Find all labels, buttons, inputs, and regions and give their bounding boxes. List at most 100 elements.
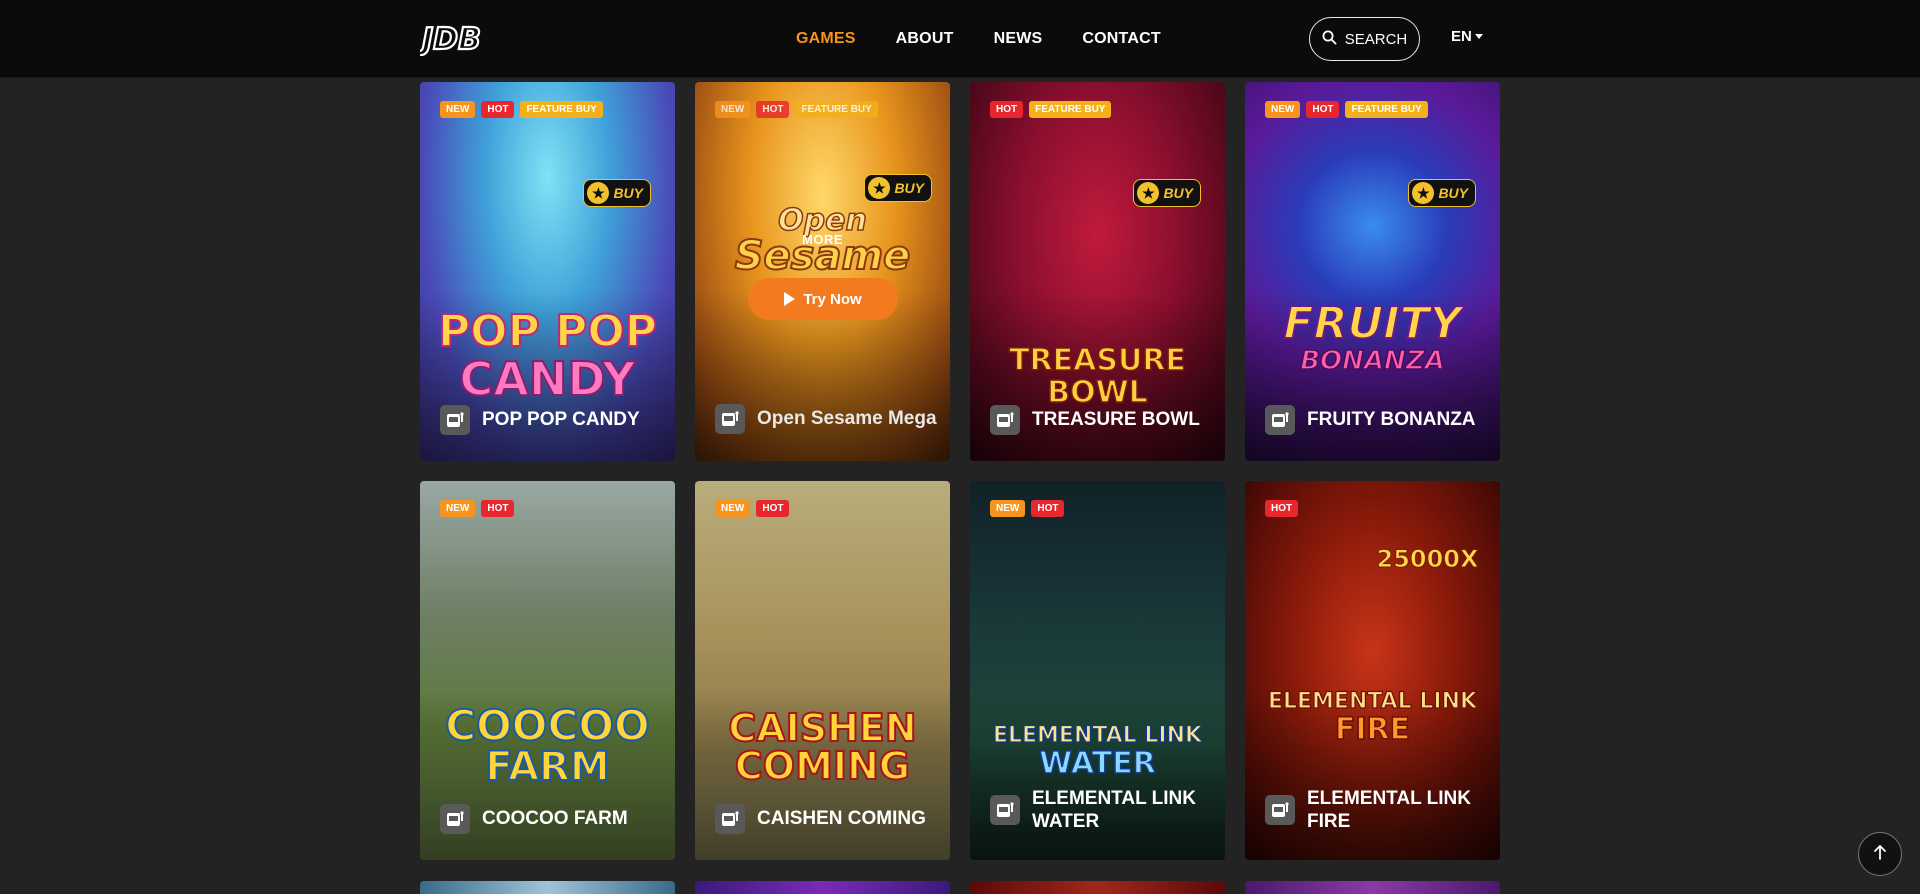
new-badge: NEW	[715, 101, 751, 118]
hot-badge: HOT	[756, 101, 790, 118]
hot-badge: HOT	[1306, 101, 1340, 118]
game-title-bar: CAISHEN COMING	[715, 804, 938, 834]
game-card[interactable]: NEW HOT COOCOO FARM COOCOO FARM	[420, 481, 675, 860]
feature-buy-badge: FEATURE BUY	[1029, 101, 1112, 118]
search-label: SEARCH	[1344, 30, 1408, 48]
game-name: COOCOO FARM	[482, 808, 628, 830]
game-title-bar: Open Sesame Mega	[715, 404, 938, 434]
search-icon	[1322, 30, 1337, 49]
game-art-line: TREASURE	[1008, 343, 1186, 378]
badge-group: NEW HOT FEATURE BUY	[440, 101, 603, 118]
game-art-logo: ELEMENTAL LINK WATER	[970, 609, 1225, 779]
hot-badge: HOT	[990, 101, 1024, 118]
game-card-partial[interactable]	[1245, 881, 1500, 894]
game-title-bar: FRUITY BONANZA	[1265, 405, 1488, 435]
feature-buy-badge: FEATURE BUY	[795, 101, 878, 118]
game-art-line: CANDY	[458, 352, 636, 406]
game-art-logo: POP POP CANDY	[420, 210, 675, 406]
game-title-bar: POP POP CANDY	[440, 405, 663, 435]
new-badge: NEW	[440, 101, 476, 118]
game-art-line: ELEMENTAL LINK	[1267, 689, 1478, 714]
new-badge: NEW	[440, 500, 476, 517]
game-name: ELEMENTAL LINK FIRE	[1307, 787, 1471, 833]
game-grid: NEW HOT FEATURE BUY ★ BUY POP POP CANDY …	[420, 82, 1501, 860]
star-icon: ★	[868, 177, 891, 199]
game-title-bar: COOCOO FARM	[440, 804, 663, 834]
slot-machine-icon	[715, 804, 745, 834]
game-art-line: WATER	[1038, 746, 1156, 781]
game-art-line: POP POP	[437, 306, 658, 357]
game-art-line: COMING	[734, 744, 911, 788]
game-title-bar: ELEMENTAL LINK FIRE	[1265, 787, 1488, 835]
star-icon: ★	[1412, 182, 1435, 204]
buy-label: BUY	[1163, 185, 1193, 201]
nav-games[interactable]: GAMES	[796, 30, 856, 48]
main-nav: GAMES ABOUT NEWS CONTACT	[796, 0, 1161, 78]
game-card[interactable]: NEW HOT FEATURE BUY ★ BUY FRUITY BONANZA…	[1245, 82, 1500, 461]
game-name: ELEMENTAL LINK WATER	[1032, 787, 1196, 833]
buy-label: BUY	[894, 180, 924, 196]
buy-label: BUY	[613, 185, 643, 201]
game-art-line: ELEMENTAL LINK	[992, 723, 1203, 748]
nav-about[interactable]: ABOUT	[896, 30, 954, 48]
slot-machine-icon	[440, 405, 470, 435]
buy-feature-tag: ★ BUY	[1133, 179, 1201, 207]
jdb-logo[interactable]: JDB	[416, 20, 482, 58]
game-name: TREASURE BOWL	[1032, 409, 1200, 431]
badge-group: HOT	[1265, 500, 1299, 517]
new-badge: NEW	[990, 500, 1026, 517]
language-label: EN	[1451, 28, 1472, 45]
game-card-partial[interactable]	[420, 881, 675, 894]
game-name: Open Sesame Mega	[757, 408, 937, 430]
game-title-bar: ELEMENTAL LINK WATER	[990, 787, 1213, 835]
badge-group: NEW HOT	[990, 500, 1065, 517]
slot-machine-icon	[1265, 405, 1295, 435]
game-art-line: FARM	[484, 744, 610, 790]
star-icon: ★	[1137, 182, 1160, 204]
hot-badge: HOT	[756, 500, 790, 517]
star-icon: ★	[587, 182, 610, 204]
badge-group: NEW HOT	[440, 500, 515, 517]
game-art-logo: TREASURE BOWL	[970, 210, 1225, 410]
feature-buy-badge: FEATURE BUY	[1345, 101, 1428, 118]
slot-machine-icon	[1265, 795, 1295, 826]
game-name: POP POP CANDY	[482, 409, 640, 431]
slot-machine-icon	[715, 404, 745, 434]
game-art-line: FRUITY	[1283, 298, 1463, 349]
nav-news[interactable]: NEWS	[994, 30, 1043, 48]
game-art-line: COOCOO	[444, 701, 650, 750]
game-card[interactable]: NEW HOT FEATURE BUY ★ BUY POP POP CANDY …	[420, 82, 675, 461]
hot-badge: HOT	[481, 101, 515, 118]
slot-machine-icon	[440, 804, 470, 834]
game-art-logo: CAISHEN COMING	[695, 609, 950, 788]
game-card-partial[interactable]	[695, 881, 950, 894]
buy-label: BUY	[1438, 185, 1468, 201]
back-to-top-button[interactable]	[1858, 832, 1902, 876]
game-art-logo: COOCOO FARM	[420, 609, 675, 790]
hot-badge: HOT	[1265, 500, 1299, 517]
badge-group: NEW HOT FEATURE BUY	[715, 101, 878, 118]
buy-feature-tag: ★ BUY	[864, 174, 932, 202]
try-now-button[interactable]: Try Now	[748, 278, 898, 320]
play-icon	[784, 292, 796, 306]
language-dropdown[interactable]: EN	[1451, 28, 1483, 45]
game-name: CAISHEN COMING	[757, 808, 926, 830]
game-art-line: 25000X	[1376, 545, 1479, 573]
game-card[interactable]: HOT 25000X ELEMENTAL LINK FIRE ELEMENTAL…	[1245, 481, 1500, 860]
game-art-line: BOWL	[1046, 375, 1148, 410]
feature-buy-badge: FEATURE BUY	[520, 101, 603, 118]
nav-contact[interactable]: CONTACT	[1082, 30, 1160, 48]
search-button[interactable]: SEARCH	[1309, 17, 1420, 61]
try-now-label: Try Now	[803, 290, 862, 308]
game-title-bar: TREASURE BOWL	[990, 405, 1213, 435]
game-card[interactable]: HOT FEATURE BUY ★ BUY TREASURE BOWL TREA…	[970, 82, 1225, 461]
more-link[interactable]: MORE	[695, 232, 950, 247]
new-badge: NEW	[715, 500, 751, 517]
game-card-partial[interactable]	[970, 881, 1225, 894]
game-card[interactable]: NEW HOT ELEMENTAL LINK WATER ELEMENTAL L…	[970, 481, 1225, 860]
slot-machine-icon	[990, 405, 1020, 435]
game-card[interactable]: NEW HOT CAISHEN COMING CAISHEN COMING	[695, 481, 950, 860]
game-card[interactable]: NEW HOT FEATURE BUY ★ BUY Open Sesame MO…	[695, 82, 950, 461]
top-navbar: JDB GAMES ABOUT NEWS CONTACT SEARCH EN	[0, 0, 1920, 78]
badge-group: NEW HOT FEATURE BUY	[1265, 101, 1428, 118]
